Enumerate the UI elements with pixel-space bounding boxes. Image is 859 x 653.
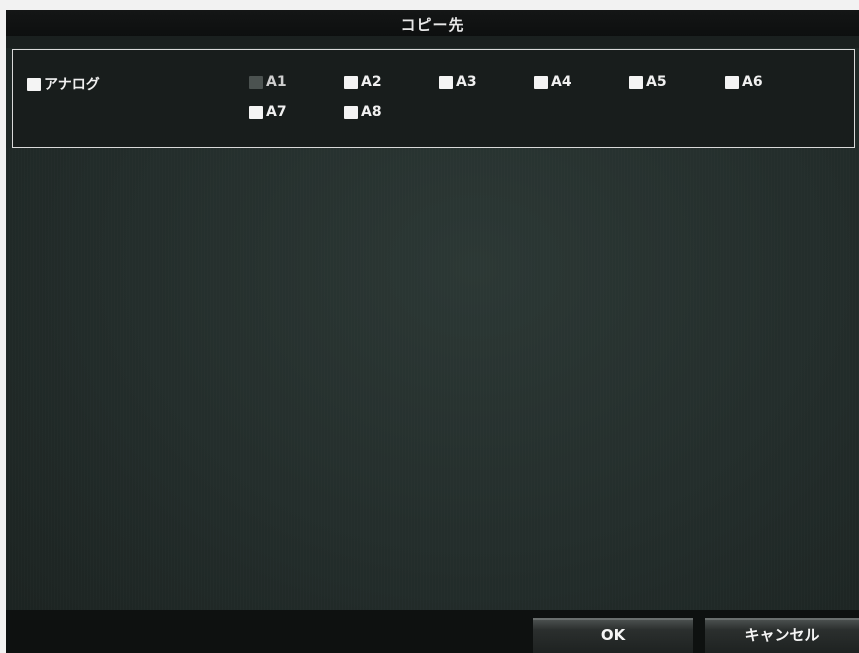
channel-selection-panel: アナログ A1 A2 A3 A4 A5 A6 A7 A8	[12, 49, 855, 148]
title-separator	[6, 36, 859, 48]
checkbox-box	[534, 75, 548, 89]
channel-checkbox-a6[interactable]: A6	[725, 74, 763, 90]
checkbox-box	[249, 105, 263, 119]
analog-group-label: アナログ	[44, 77, 100, 93]
channel-label: A8	[361, 104, 382, 120]
checkbox-box	[344, 75, 358, 89]
copy-destination-dialog: コピー先 アナログ A1 A2 A3 A4 A5 A6 A7 A8 OK キャン…	[6, 10, 859, 653]
dialog-title: コピー先	[400, 16, 465, 34]
checkbox-box	[27, 77, 41, 91]
ok-button[interactable]: OK	[533, 618, 693, 653]
channel-checkbox-a8[interactable]: A8	[344, 104, 382, 120]
title-bar: コピー先	[6, 10, 859, 36]
checkbox-box	[249, 75, 263, 89]
checkbox-box	[629, 75, 643, 89]
channel-checkbox-a2[interactable]: A2	[344, 74, 382, 90]
channel-checkbox-a3[interactable]: A3	[439, 74, 477, 90]
channel-checkbox-a7[interactable]: A7	[249, 104, 287, 120]
checkbox-box	[439, 75, 453, 89]
channel-label: A4	[551, 74, 572, 90]
dialog-footer: OK キャンセル	[6, 610, 859, 653]
checkbox-box	[725, 75, 739, 89]
channel-label: A3	[456, 74, 477, 90]
channel-label: A2	[361, 74, 382, 90]
channel-label: A5	[646, 74, 667, 90]
channel-checkbox-a1[interactable]: A1	[249, 74, 287, 90]
cancel-button[interactable]: キャンセル	[705, 618, 859, 653]
checkbox-box	[344, 105, 358, 119]
analog-group-checkbox[interactable]: アナログ	[27, 74, 100, 94]
channel-checkbox-a5[interactable]: A5	[629, 74, 667, 90]
channel-label: A1	[266, 74, 287, 90]
empty-content-area	[6, 148, 859, 610]
channel-label: A6	[742, 74, 763, 90]
channel-label: A7	[266, 104, 287, 120]
channel-checkbox-a4[interactable]: A4	[534, 74, 572, 90]
